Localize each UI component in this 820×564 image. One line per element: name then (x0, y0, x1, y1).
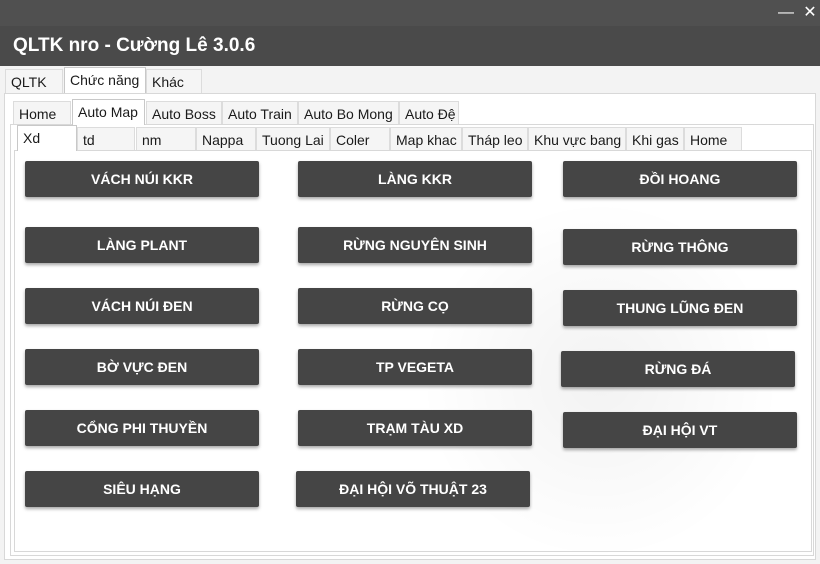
map-button-cong-phi-thuyen[interactable]: CỔNG PHI THUYỀN (25, 410, 259, 446)
tab-tuong-lai[interactable]: Tuong Lai (256, 127, 330, 151)
tab-qltk[interactable]: QLTK (5, 69, 63, 93)
tab-coler[interactable]: Coler (330, 127, 390, 151)
sub-tab-bar: Home Auto Map Auto Boss Auto Train Auto … (0, 99, 820, 126)
tab-chuc-nang[interactable]: Chức năng (64, 67, 146, 93)
tab-auto-train[interactable]: Auto Train (222, 101, 298, 125)
map-button-bo-vuc-den[interactable]: BỜ VỰC ĐEN (25, 349, 259, 385)
window-title: QLTK nro - Cường Lê 3.0.6 (13, 35, 256, 56)
tab-khi-gas[interactable]: Khi gas (626, 127, 684, 151)
tab-khac[interactable]: Khác (146, 69, 202, 93)
map-button-tp-vegeta[interactable]: TP VEGETA (298, 349, 532, 385)
top-strip: — ✕ (0, 0, 820, 26)
map-button-dai-hoi-vo-thuat-23[interactable]: ĐẠI HỘI VÕ THUẬT 23 (296, 471, 530, 507)
map-button-rung-nguyen-sinh[interactable]: RỪNG NGUYÊN SINH (298, 227, 532, 263)
tab-xd[interactable]: Xd (17, 125, 77, 151)
tab-nappa[interactable]: Nappa (196, 127, 256, 151)
close-button[interactable]: ✕ (800, 4, 820, 22)
map-button-vach-nui-den[interactable]: VÁCH NÚI ĐEN (25, 288, 259, 324)
map-button-dai-hoi-vt[interactable]: ĐẠI HỘI VT (563, 412, 797, 448)
map-button-rung-thong[interactable]: RỪNG THÔNG (563, 229, 797, 265)
tab-map-khac[interactable]: Map khac (390, 127, 462, 151)
tab-auto-map[interactable]: Auto Map (72, 99, 145, 125)
map-button-doi-hoang[interactable]: ĐỒI HOANG (563, 161, 797, 197)
tab-auto-de[interactable]: Auto Đệ (399, 101, 459, 125)
main-tab-bar: QLTK Chức năng Khác (0, 67, 820, 94)
map-button-sieu-hang[interactable]: SIÊU HẠNG (25, 471, 259, 507)
map-button-rung-da[interactable]: RỪNG ĐÁ (561, 351, 795, 387)
tab-nm[interactable]: nm (136, 127, 196, 151)
tab-td[interactable]: td (77, 127, 135, 151)
map-button-lang-kkr[interactable]: LÀNG KKR (298, 161, 532, 197)
title-bar: QLTK nro - Cường Lê 3.0.6 (0, 26, 820, 66)
map-button-thung-lung-den[interactable]: THUNG LŨNG ĐEN (563, 290, 797, 326)
tab-auto-boss[interactable]: Auto Boss (146, 101, 222, 125)
minimize-button[interactable]: — (776, 4, 796, 22)
tab-thap-leo[interactable]: Tháp leo (462, 127, 528, 151)
map-button-tram-tau-xd[interactable]: TRẠM TÀU XD (298, 410, 532, 446)
tab-home-map[interactable]: Home (684, 127, 742, 151)
map-button-vach-nui-kkr[interactable]: VÁCH NÚI KKR (25, 161, 259, 197)
map-button-rung-co[interactable]: RỪNG CỌ (298, 288, 532, 324)
tab-auto-bo-mong[interactable]: Auto Bo Mong (298, 101, 399, 125)
tab-khu-vuc-bang[interactable]: Khu vực bang (528, 127, 626, 151)
map-button-lang-plant[interactable]: LÀNG PLANT (25, 227, 259, 263)
tab-home[interactable]: Home (13, 101, 71, 125)
map-tab-bar: Xd td nm Nappa Tuong Lai Coler Map khac … (0, 125, 820, 152)
